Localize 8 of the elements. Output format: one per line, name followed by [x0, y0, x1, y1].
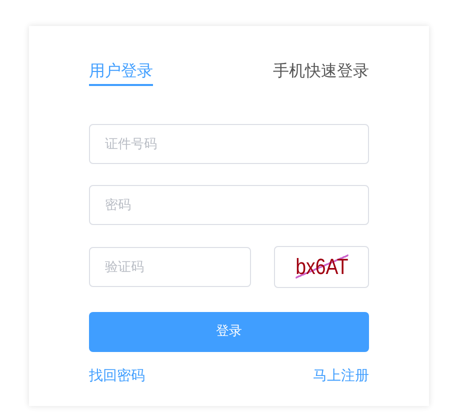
recover-password-link[interactable]: 找回密码 [89, 366, 145, 387]
login-tab[interactable]: 用户登录 [89, 58, 153, 86]
login-tab[interactable]: 手机快速登录 [273, 58, 369, 86]
id-number-field[interactable]: 证件号码 [89, 124, 369, 164]
login-button[interactable]: 登录 [89, 312, 369, 352]
password-field[interactable]: 密码 [89, 185, 369, 225]
register-link[interactable]: 马上注册 [313, 366, 369, 387]
captcha-field[interactable]: 验证码 [89, 247, 251, 287]
